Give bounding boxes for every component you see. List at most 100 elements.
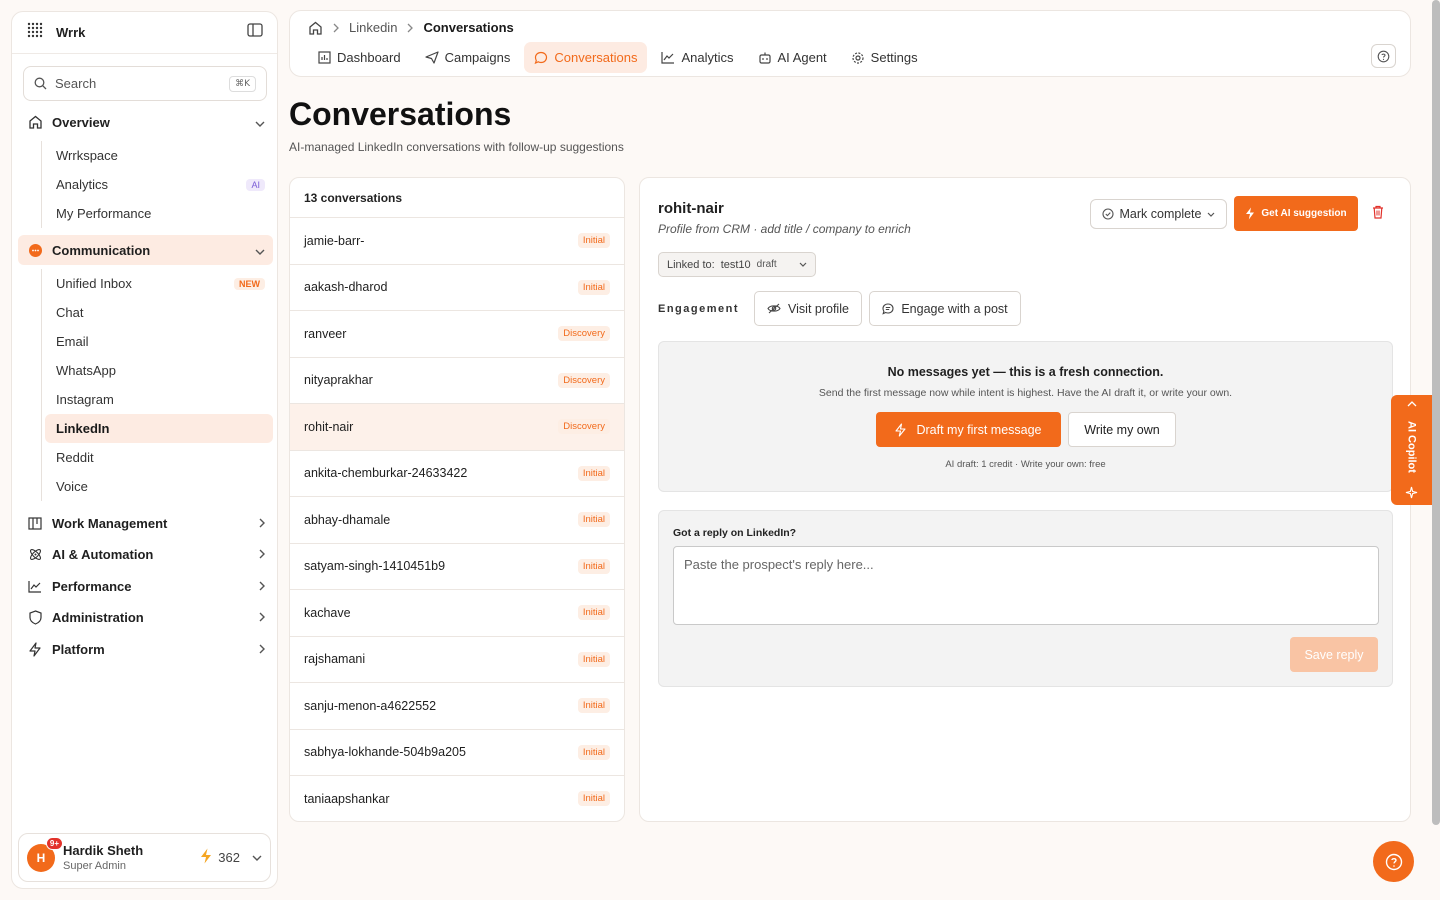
stage-badge: Discovery [558,372,610,388]
list-item[interactable]: abhay-dhamale Initial [290,497,624,544]
sparkle-icon [1405,486,1418,499]
breadcrumb-parent[interactable]: Linkedin [349,20,397,35]
sidebar-item-analytics[interactable]: Analytics AI [45,170,273,199]
tab-conversations[interactable]: Conversations [524,42,648,73]
sidebar-item-chat[interactable]: Chat [45,298,273,327]
robot-icon [758,51,772,65]
nav-group-ai-automation[interactable]: AI & Automation [18,539,273,569]
nav-group-label: Work Management [52,515,168,531]
engage-post-button[interactable]: Engage with a post [869,291,1021,326]
conversation-name: sabhya-lokhande-504b9a205 [304,745,466,760]
sidebar-item-voice[interactable]: Voice [45,472,273,501]
list-item[interactable]: aakash-dharod Initial [290,265,624,311]
overview-sublist: Wrrkspace Analytics AI My Performance [41,141,273,228]
user-name: Hardik Sheth [63,843,144,858]
linked-value: test10 [720,258,751,271]
get-ai-suggestion-button[interactable]: Get AI suggestion [1234,196,1358,231]
list-item[interactable]: rajshamani Initial [290,637,624,683]
message-icon [882,302,894,315]
atom-icon [26,547,44,562]
notification-badge: 9+ [45,836,63,850]
list-item[interactable]: ankita-chemburkar-24633422 Initial [290,451,624,497]
stage-badge: Initial [577,465,610,481]
nav-group-performance[interactable]: Performance [18,571,273,601]
tab-ai-agent[interactable]: AI Agent [748,42,837,73]
copilot-label: AI Copilot [1405,420,1418,473]
conversation-detail: rohit-nair Profile from CRM · add title … [639,177,1411,822]
tab-analytics[interactable]: Analytics [651,42,743,73]
list-item[interactable]: kachave Initial [290,590,624,637]
list-item[interactable]: sabhya-lokhande-504b9a205 Initial [290,730,624,776]
conversation-list: 13 conversations jamie-barr- Initial aaka… [289,177,625,822]
tab-label: AI Agent [777,50,827,65]
nav-group-administration[interactable]: Administration [18,602,273,632]
nav-group-communication[interactable]: Communication [18,235,273,265]
help-fab-button[interactable] [1373,841,1414,882]
credits: 362 [200,848,262,867]
engagement-label: Engagement [658,303,740,315]
brand-name: Wrrk [56,25,86,40]
chat-bubble-icon [26,243,44,258]
ai-copilot-tab[interactable]: AI Copilot [1391,395,1432,505]
sidebar-item-whatsapp[interactable]: WhatsApp [45,356,273,385]
dashboard-icon [318,51,331,64]
sidebar-item-linkedin[interactable]: LinkedIn [45,414,273,443]
list-item[interactable]: satyam-singh-1410451b9 Initial [290,544,624,590]
write-my-own-button[interactable]: Write my own [1068,412,1176,447]
sidebar-toggle-icon[interactable] [247,23,263,42]
list-item-selected[interactable]: rohit-nair Discovery [290,404,624,451]
nav-group-label: Communication [52,242,151,258]
mark-complete-button[interactable]: Mark complete [1090,199,1227,229]
user-card[interactable]: H 9+ Hardik Sheth Super Admin 362 [18,833,271,882]
sidebar-item-my-performance[interactable]: My Performance [45,199,273,228]
draft-first-message-button[interactable]: Draft my first message [876,412,1061,447]
list-item[interactable]: ranveer Discovery [290,311,624,358]
sidebar-item-reddit[interactable]: Reddit [45,443,273,472]
eye-off-icon [767,303,781,314]
sidebar-item-label: Chat [56,305,84,320]
search-box[interactable]: Search ⌘K [23,66,267,101]
home-icon[interactable] [308,21,323,35]
chevron-down-icon[interactable] [252,855,262,861]
nav-group-label: Performance [52,578,132,594]
reply-textarea[interactable] [673,546,1379,625]
nav-group-label: Platform [52,641,105,657]
nav-group-work-management[interactable]: Work Management [18,508,273,538]
stage-badge: Discovery [558,419,610,435]
tab-dashboard[interactable]: Dashboard [308,42,411,73]
save-reply-button[interactable]: Save reply [1290,637,1378,672]
contact-name: rohit-nair [658,200,724,217]
trash-icon[interactable] [1372,205,1384,224]
nav-group-overview[interactable]: Overview [18,107,273,137]
tab-label: Analytics [681,50,734,65]
chevron-right-icon [259,516,265,531]
conversation-name: nityaprakhar [304,373,373,388]
tab-label: Settings [870,50,918,65]
list-item[interactable]: jamie-barr- Initial [290,218,624,265]
help-button[interactable] [1371,44,1396,68]
line-chart-icon [661,51,675,64]
linked-campaign-select[interactable]: Linked to: test10 draft [658,252,816,277]
tab-settings[interactable]: Settings [841,42,928,73]
list-item[interactable]: taniaapshankar Initial [290,776,624,821]
sidebar-item-email[interactable]: Email [45,327,273,356]
nav-group-platform[interactable]: Platform [18,634,273,664]
sidebar-item-wrrkspace[interactable]: Wrrkspace [45,141,273,170]
lightning-icon [26,641,44,657]
list-item[interactable]: sanju-menon-a4622552 Initial [290,683,624,730]
stage-badge: Initial [577,651,610,667]
page-scrollbar[interactable] [1432,0,1440,825]
brand-logo-icon [26,21,44,44]
search-shortcut: ⌘K [229,75,256,92]
visit-profile-button[interactable]: Visit profile [754,291,862,326]
button-label: Visit profile [788,301,849,316]
list-item[interactable]: nityaprakhar Discovery [290,358,624,404]
sidebar-item-instagram[interactable]: Instagram [45,385,273,414]
chevron-down-icon [1207,212,1215,217]
sidebar-item-unified-inbox[interactable]: Unified Inbox NEW [45,269,273,298]
tab-campaigns[interactable]: Campaigns [415,42,521,73]
tab-label: Dashboard [337,50,401,65]
empty-subtitle: Send the first message now while intent … [818,387,1233,399]
conversation-name: ranveer [304,326,347,341]
chevron-up-icon [1407,401,1417,407]
